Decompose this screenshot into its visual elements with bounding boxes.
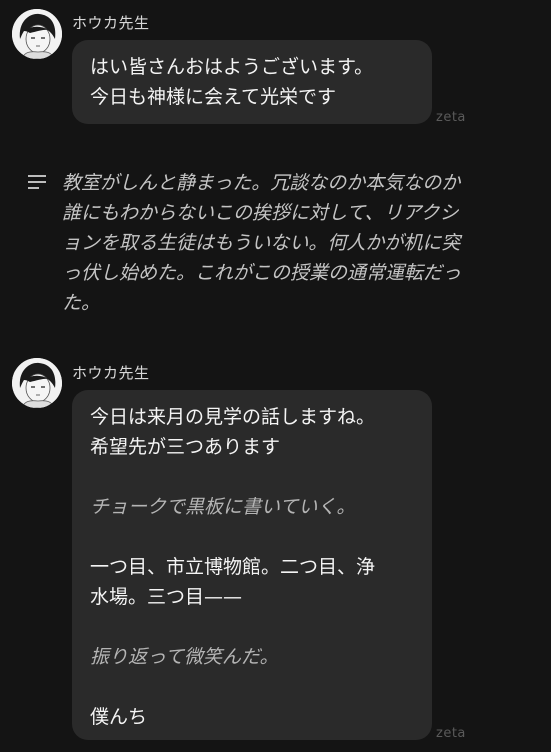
speech-line: 今日も神様に会えて光栄です bbox=[90, 86, 337, 108]
speech-line: 希望先が三つあります bbox=[90, 436, 281, 458]
avatar-image bbox=[12, 9, 62, 59]
speech-line: 僕んち bbox=[90, 706, 148, 728]
avatar-image bbox=[12, 358, 62, 408]
avatar[interactable] bbox=[12, 9, 62, 59]
action-line: チョークで黒板に書いていく。 bbox=[90, 496, 356, 518]
speech-line: 今日は来月の見学の話しますね。 bbox=[90, 406, 376, 428]
narration-line: ョンを取る生徒はもういない。何人かが机に突 bbox=[62, 232, 461, 254]
speaker-name: ホウカ先生 bbox=[72, 14, 150, 32]
speech-line: はい皆さんおはようございます。 bbox=[90, 56, 374, 78]
narration-line: 教室がしんと静まった。冗談なのか本気なのか bbox=[62, 172, 461, 194]
speech-line: 一つ目、市立博物館。二つ目、浄 bbox=[90, 556, 376, 578]
speaker-name: ホウカ先生 bbox=[72, 364, 150, 382]
avatar[interactable] bbox=[12, 358, 62, 408]
narration-line: 誰にもわからないこの挨拶に対して、リアクシ bbox=[62, 202, 459, 224]
narration-line: っ伏し始めた。これがこの授業の通常運転だっ bbox=[62, 262, 462, 284]
zeta-watermark: zeta bbox=[436, 726, 466, 741]
narration-line: た。 bbox=[62, 292, 101, 314]
narration-lines-icon bbox=[28, 174, 48, 190]
zeta-watermark: zeta bbox=[436, 110, 466, 125]
message-bubble: 今日は来月の見学の話しますね。 希望先が三つあります チョークで黒板に書いていく… bbox=[72, 390, 432, 740]
message-bubble: はい皆さんおはようございます。 今日も神様に会えて光栄です bbox=[72, 40, 432, 124]
narration-text: 教室がしんと静まった。冗談なのか本気なのか 誰にもわからないこの挨拶に対して、リ… bbox=[62, 168, 532, 318]
action-line: 振り返って微笑んだ。 bbox=[90, 646, 279, 668]
chat-screen: { "messages": [ { "speaker": "ホウカ先生", "l… bbox=[0, 0, 551, 752]
speech-line: 水場。三つ目—— bbox=[90, 586, 243, 608]
